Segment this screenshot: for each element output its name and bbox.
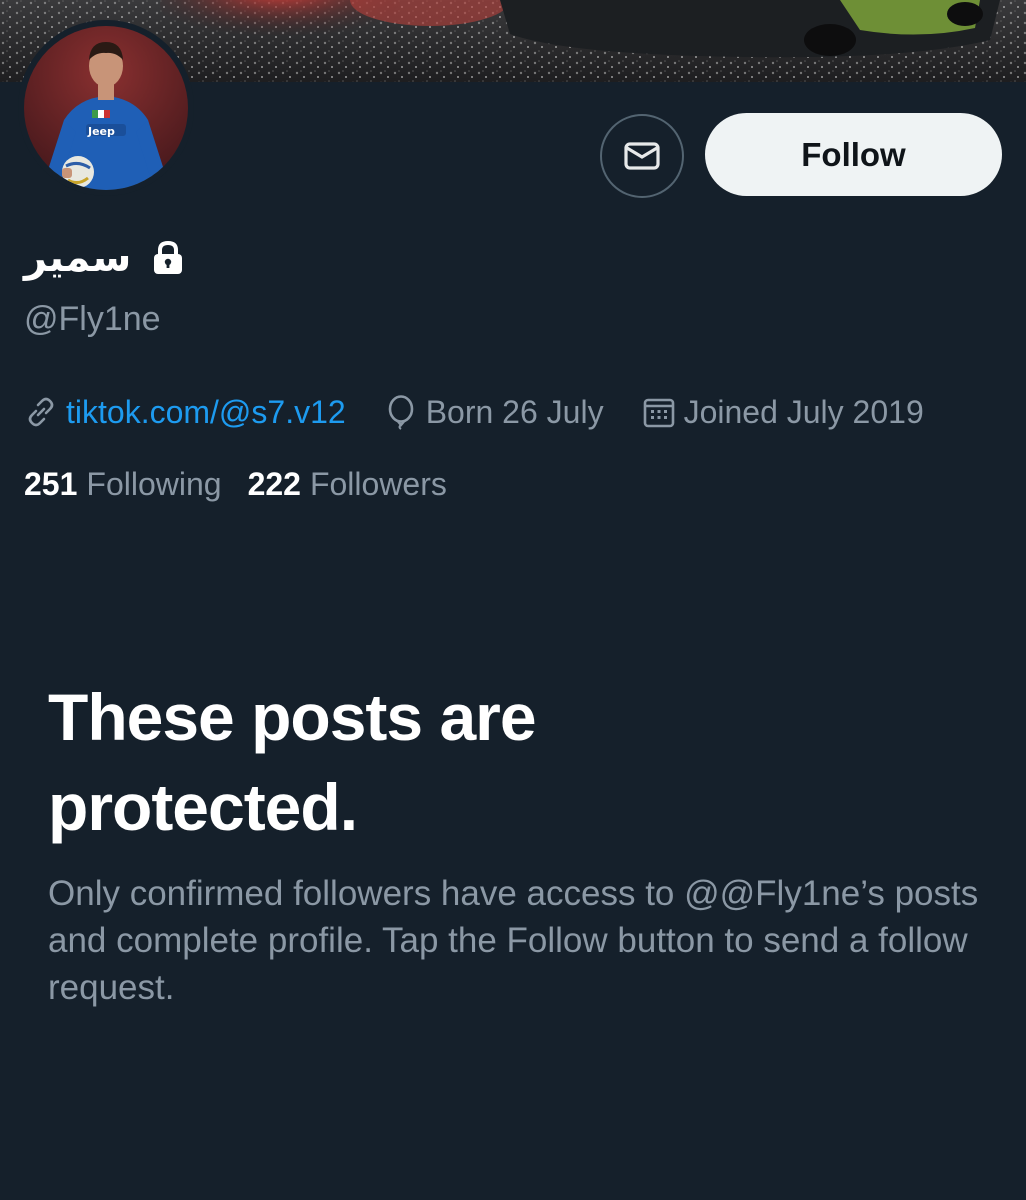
following-stat[interactable]: 251 Following: [24, 466, 222, 503]
svg-text:Jeep: Jeep: [87, 125, 115, 138]
follow-button[interactable]: Follow: [705, 113, 1002, 196]
message-button[interactable]: [600, 114, 684, 198]
joined-text: Joined July 2019: [683, 393, 924, 430]
balloon-icon: [388, 395, 413, 430]
profile-name-row: سمير: [24, 228, 185, 288]
protected-description: Only confirmed followers have access to …: [48, 874, 979, 1007]
website-link[interactable]: tiktok.com/@s7.v12: [66, 394, 346, 431]
following-count: 251: [24, 466, 78, 502]
link-icon: [28, 397, 54, 427]
follow-stats: 251 Following 222 Followers: [24, 466, 447, 503]
avatar-image: Jeep: [18, 20, 194, 196]
protected-title: These posts are protected.: [48, 680, 537, 844]
profile-handle: @Fly1ne: [24, 300, 161, 338]
followers-label: Followers: [309, 466, 447, 502]
envelope-icon: [624, 142, 660, 170]
calendar-icon: [643, 398, 674, 428]
profile-avatar[interactable]: Jeep: [18, 20, 194, 196]
profile-meta: tiktok.com/@s7.v12 Born 26 July Joined J…: [24, 390, 924, 434]
followers-stat[interactable]: 222 Followers: [248, 466, 447, 503]
lock-icon: [154, 240, 183, 274]
birthday-item: Born 26 July: [384, 394, 604, 431]
birthday-text: Born 26 July: [425, 393, 604, 430]
website-item[interactable]: tiktok.com/@s7.v12: [24, 394, 346, 431]
joined-item: Joined July 2019: [642, 394, 924, 431]
following-label: Following: [86, 466, 222, 502]
followers-count: 222: [247, 466, 301, 502]
display-name: سمير: [24, 235, 132, 281]
